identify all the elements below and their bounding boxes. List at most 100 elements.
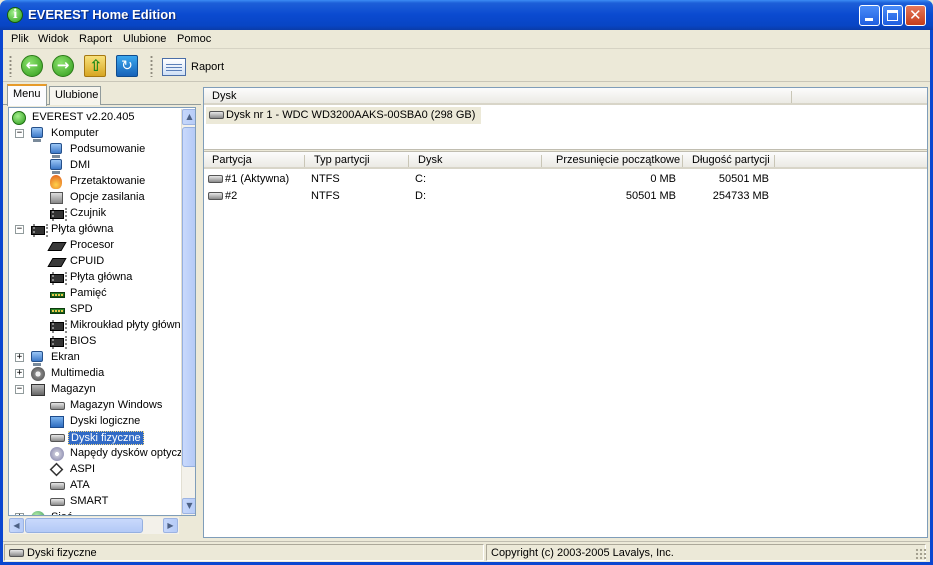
tree-item[interactable]: Napędy dysków optycz xyxy=(9,446,183,462)
report-icon[interactable] xyxy=(162,58,186,76)
disk-item-label: Dysk nr 1 - WDC WD3200AAKS-00SBA0 (298 G… xyxy=(226,109,476,121)
navigation-tree[interactable]: + Sieć SMART ATA ASPI Napędy dysków optycz Dys… xyxy=(8,107,196,516)
column-separator[interactable] xyxy=(774,155,775,167)
cd-icon xyxy=(50,447,64,461)
column-header-typ-partycji[interactable]: Typ partycji xyxy=(314,154,370,166)
tree-item[interactable]: + Ekran xyxy=(9,350,179,366)
chip-icon xyxy=(50,320,67,333)
tree-item[interactable]: Dyski logiczne xyxy=(9,414,179,430)
tree-item-label: Ekran xyxy=(51,351,80,363)
computer-icon xyxy=(50,143,62,158)
close-icon: ✕ xyxy=(909,6,922,24)
column-separator[interactable] xyxy=(408,155,409,167)
status-left-panel: Dyski fizyczne xyxy=(4,544,484,561)
tree-item[interactable]: Opcje zasilania xyxy=(9,190,179,206)
column-separator[interactable] xyxy=(541,155,542,167)
tree-item[interactable]: ASPI xyxy=(9,462,179,478)
refresh-button[interactable]: ↻ xyxy=(116,55,138,77)
tree-item[interactable]: + Sieć xyxy=(9,510,179,515)
resize-grip[interactable] xyxy=(915,548,927,560)
partition-name: #2 xyxy=(225,190,238,202)
app-icon xyxy=(7,7,23,23)
tree-item-label: Multimedia xyxy=(51,367,105,379)
tree-item-label: Płyta główna xyxy=(70,271,133,283)
tree-item[interactable]: DMI xyxy=(9,158,179,174)
report-button[interactable]: Raport xyxy=(191,61,224,73)
tree-item[interactable]: SMART xyxy=(9,494,179,510)
column-separator[interactable] xyxy=(791,91,792,103)
collapse-icon[interactable]: − xyxy=(15,129,24,138)
tree-item[interactable]: SPD xyxy=(9,302,179,318)
table-row[interactable]: #1 (Aktywna) NTFS C: 0 MB 50501 MB xyxy=(204,171,927,188)
tree-item[interactable]: Czujnik xyxy=(9,206,179,222)
arrow-left-icon: ← xyxy=(25,56,39,74)
menu-plik[interactable]: Plik xyxy=(11,33,29,45)
menu-pomoc[interactable]: Pomoc xyxy=(177,33,211,45)
column-header-partycja[interactable]: Partycja xyxy=(212,154,252,166)
back-button[interactable]: ← xyxy=(21,55,43,77)
ram-icon xyxy=(50,308,65,314)
tree-item-label: ASPI xyxy=(70,463,96,475)
collapse-icon[interactable]: − xyxy=(15,225,24,234)
scroll-thumb[interactable] xyxy=(182,127,195,467)
scroll-down-button[interactable]: ▼ xyxy=(182,498,195,514)
toolbar-grip[interactable] xyxy=(9,55,12,77)
up-button[interactable] xyxy=(84,55,106,77)
tree-item[interactable]: Płyta główna xyxy=(9,270,179,286)
tree-item-label: EVEREST v2.20.405 xyxy=(32,111,135,123)
partition-offset: 50501 MB xyxy=(625,190,676,202)
tree-item[interactable]: Dyski fizyczne xyxy=(9,430,179,446)
menu-ulubione[interactable]: Ulubione xyxy=(123,33,166,45)
maximize-button[interactable] xyxy=(882,5,903,26)
column-header-dlugosc[interactable]: Długość partycji xyxy=(692,154,770,166)
column-header-dysk[interactable]: Dysk xyxy=(418,154,442,166)
tree-item[interactable]: Magazyn Windows xyxy=(9,398,179,414)
tree-item-label: Mikroukład płyty główn xyxy=(70,319,181,331)
tree-item-label: Płyta główna xyxy=(51,223,114,235)
tree-item-label: Opcje zasilania xyxy=(70,191,145,203)
tree-item[interactable]: BIOS xyxy=(9,334,179,350)
toolbar-grip-2[interactable] xyxy=(150,55,153,77)
tree-item[interactable]: + Multimedia xyxy=(9,366,179,382)
tree-item[interactable]: Mikroukład płyty główn xyxy=(9,318,181,334)
tree-item[interactable]: − Płyta główna xyxy=(9,222,179,238)
tree-item[interactable]: Przetaktowanie xyxy=(9,174,179,190)
window-icon xyxy=(50,416,64,428)
tree-item[interactable]: − Komputer xyxy=(9,126,179,142)
tree-item[interactable]: EVEREST v2.20.405 xyxy=(9,110,179,126)
computer-icon xyxy=(31,127,43,142)
menu-raport[interactable]: Raport xyxy=(79,33,112,45)
scroll-right-button[interactable]: ▶ xyxy=(163,518,178,533)
scroll-up-button[interactable]: ▲ xyxy=(182,109,195,125)
collapse-icon[interactable]: − xyxy=(15,385,24,394)
expand-icon[interactable]: + xyxy=(15,513,24,515)
close-button[interactable]: ✕ xyxy=(905,5,926,26)
column-header-dysk[interactable]: Dysk xyxy=(212,90,236,102)
disk-list-item[interactable]: Dysk nr 1 - WDC WD3200AAKS-00SBA0 (298 G… xyxy=(206,107,482,124)
tree-item[interactable]: − Magazyn xyxy=(9,382,179,398)
tree-item[interactable]: Pamięć xyxy=(9,286,179,302)
table-row[interactable]: #2 NTFS D: 50501 MB 254733 MB xyxy=(204,188,927,205)
title-bar[interactable]: EVEREST Home Edition ✕ xyxy=(0,0,933,30)
tree-item[interactable]: ATA xyxy=(9,478,179,494)
tree-item-label: ATA xyxy=(70,479,90,491)
column-header-przesuniecie[interactable]: Przesunięcie początkowe xyxy=(556,154,680,166)
tab-menu[interactable]: Menu xyxy=(7,84,47,106)
tree-horizontal-scrollbar[interactable]: ◀ ▶ xyxy=(9,517,179,534)
horizontal-scroll-thumb[interactable] xyxy=(25,518,143,533)
column-separator[interactable] xyxy=(304,155,305,167)
tree-item[interactable]: Procesor xyxy=(9,238,179,254)
column-separator[interactable] xyxy=(682,155,683,167)
tree-item[interactable]: Podsumowanie xyxy=(9,142,179,158)
minimize-button[interactable] xyxy=(859,5,880,26)
tree-item[interactable]: CPUID xyxy=(9,254,179,270)
expand-icon[interactable]: + xyxy=(15,353,24,362)
partition-drive: C: xyxy=(415,173,426,185)
tree-vertical-scrollbar[interactable]: ▲ ▼ xyxy=(181,109,195,515)
menu-widok[interactable]: Widok xyxy=(38,33,69,45)
tree-item-label: Dyski logiczne xyxy=(70,415,141,427)
forward-button[interactable]: → xyxy=(52,55,74,77)
expand-icon[interactable]: + xyxy=(15,369,24,378)
tab-ulubione[interactable]: Ulubione xyxy=(49,86,101,105)
scroll-left-button[interactable]: ◀ xyxy=(9,518,24,533)
